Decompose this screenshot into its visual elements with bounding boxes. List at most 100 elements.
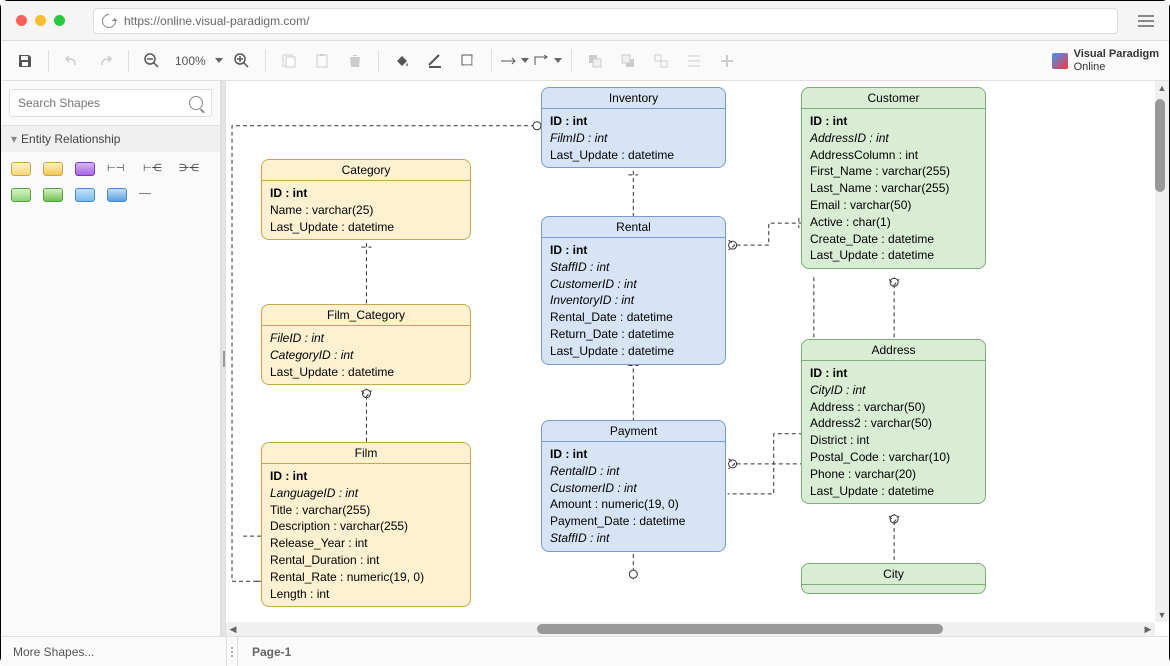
waypoints-button[interactable] bbox=[534, 47, 562, 75]
entity-shape-blue-alt[interactable] bbox=[107, 188, 127, 202]
entity-shape-yellow-alt[interactable] bbox=[43, 162, 63, 176]
canvas-wrapper: Inventory ID : int FilmID : int Last_Update… bbox=[226, 81, 1169, 636]
zoom-level[interactable]: 100% bbox=[171, 54, 210, 68]
entity-attribute: ID : int bbox=[270, 185, 462, 202]
entity-category[interactable]: CategoryID : intName : varchar(25)Last_U… bbox=[261, 159, 471, 240]
entity-attribute: Return_Date : datetime bbox=[550, 326, 717, 343]
entity-shape-blue[interactable] bbox=[75, 188, 95, 202]
to-back-button[interactable] bbox=[614, 47, 642, 75]
entity-customer[interactable]: CustomerID : intAddressID : intAddressCo… bbox=[801, 87, 986, 269]
entity-attribute: StaffID : int bbox=[550, 530, 717, 547]
minimize-window-icon[interactable] bbox=[35, 15, 46, 26]
search-shapes[interactable] bbox=[9, 89, 212, 117]
logo[interactable]: Visual Paradigm Online bbox=[1052, 48, 1159, 72]
copy-button[interactable] bbox=[275, 47, 303, 75]
entity-attribute: RentalID : int bbox=[550, 463, 717, 480]
refresh-icon[interactable] bbox=[99, 11, 119, 31]
entity-attribute: Amount : numeric(19, 0) bbox=[550, 496, 717, 513]
url-bar[interactable]: https://online.visual-paradigm.com/ bbox=[93, 8, 1118, 34]
connection-style-button[interactable] bbox=[501, 47, 529, 75]
entity-attribute: LanguageID : int bbox=[270, 485, 462, 502]
vertical-scrollbar[interactable]: ▲ ▼ bbox=[1155, 81, 1169, 622]
relation-manymany-icon[interactable]: ⋺⋲ bbox=[179, 162, 203, 174]
diagram-canvas[interactable]: Inventory ID : int FilmID : int Last_Update… bbox=[226, 81, 1169, 636]
hscroll-thumb[interactable] bbox=[537, 624, 942, 634]
entity-title: Address bbox=[802, 340, 985, 361]
relation-many-icon[interactable]: ⊢⋲ bbox=[143, 162, 167, 174]
page-tab[interactable]: Page-1 bbox=[238, 637, 305, 666]
entity-attribute: Postal_Code : varchar(10) bbox=[810, 449, 977, 466]
entity-shape-yellow[interactable] bbox=[11, 162, 31, 176]
horizontal-scrollbar[interactable]: ◀ ▶ bbox=[226, 622, 1155, 636]
zoom-out-button[interactable] bbox=[138, 47, 166, 75]
entity-attribute: Last_Name : varchar(255) bbox=[810, 180, 977, 197]
scroll-right-icon[interactable]: ▶ bbox=[1141, 622, 1155, 636]
entity-body bbox=[802, 585, 985, 593]
sidebar: ▾ Entity Relationship ⊢⊣ ⊢⋲ ⋺⋲ ┄┄ bbox=[1, 81, 221, 636]
entity-city[interactable]: City bbox=[801, 563, 986, 594]
entity-shape-green-alt[interactable] bbox=[43, 188, 63, 202]
entity-address[interactable]: AddressID : intCityID : intAddress : var… bbox=[801, 339, 986, 504]
palette-body: ⊢⊣ ⊢⋲ ⋺⋲ ┄┄ bbox=[1, 152, 220, 212]
entity-attribute: Rental_Duration : int bbox=[270, 552, 462, 569]
entity-attribute: Address2 : varchar(50) bbox=[810, 415, 977, 432]
entity-attribute: Last_Update : datetime bbox=[810, 483, 977, 500]
entity-attribute: ID : int bbox=[810, 113, 977, 130]
entity-attribute: ID : int bbox=[550, 446, 717, 463]
entity-attribute: Last_Update : datetime bbox=[270, 219, 462, 236]
tab-drag-handle[interactable] bbox=[226, 637, 238, 666]
undo-button[interactable] bbox=[58, 47, 86, 75]
shadow-button[interactable] bbox=[454, 47, 482, 75]
save-button[interactable] bbox=[11, 47, 39, 75]
search-input[interactable] bbox=[18, 96, 189, 110]
align-button[interactable] bbox=[680, 47, 708, 75]
entity-attribute: Length : int bbox=[270, 586, 462, 603]
group-button[interactable] bbox=[647, 47, 675, 75]
line-color-button[interactable] bbox=[421, 47, 449, 75]
zoom-in-button[interactable] bbox=[228, 47, 256, 75]
vscroll-thumb[interactable] bbox=[1155, 99, 1165, 191]
relation-dashed-icon[interactable]: ┄┄ bbox=[139, 188, 163, 200]
entity-attribute: CategoryID : int bbox=[270, 347, 462, 364]
hamburger-menu-icon[interactable] bbox=[1138, 15, 1154, 27]
scroll-up-icon[interactable]: ▲ bbox=[1155, 81, 1169, 95]
entity-attribute: FilmID : int bbox=[550, 130, 717, 147]
entity-attribute: StaffID : int bbox=[550, 259, 717, 276]
more-shapes-button[interactable]: More Shapes... bbox=[1, 645, 226, 659]
window-chrome: https://online.visual-paradigm.com/ bbox=[1, 1, 1169, 41]
entity-attribute: FileID : int bbox=[270, 330, 462, 347]
entity-attribute: Description : varchar(255) bbox=[270, 518, 462, 535]
logo-text-1: Visual Paradigm bbox=[1074, 48, 1159, 60]
add-button[interactable] bbox=[713, 47, 741, 75]
search-icon[interactable] bbox=[189, 96, 203, 110]
entity-attribute: Title : varchar(255) bbox=[270, 502, 462, 519]
entity-film_category[interactable]: Film_Category FileID : intCategoryID : in… bbox=[261, 304, 471, 385]
entity-attribute: Phone : varchar(20) bbox=[810, 466, 977, 483]
entity-rental[interactable]: RentalID : intStaffID : intCustomerID : … bbox=[541, 216, 726, 365]
paste-button[interactable] bbox=[308, 47, 336, 75]
entity-film[interactable]: FilmID : intLanguageID : intTitle : varc… bbox=[261, 442, 471, 607]
to-front-button[interactable] bbox=[581, 47, 609, 75]
entity-inventory[interactable]: InventoryID : intFilmID : intLast_Update… bbox=[541, 87, 726, 168]
scroll-down-icon[interactable]: ▼ bbox=[1155, 608, 1169, 622]
scroll-left-icon[interactable]: ◀ bbox=[226, 622, 240, 636]
close-window-icon[interactable] bbox=[16, 15, 27, 26]
entity-title: Film_Category bbox=[262, 305, 470, 326]
entity-title: Inventory bbox=[542, 88, 725, 109]
maximize-window-icon[interactable] bbox=[54, 15, 65, 26]
entity-attribute: Release_Year : int bbox=[270, 535, 462, 552]
delete-button[interactable] bbox=[341, 47, 369, 75]
entity-shape-purple[interactable] bbox=[75, 162, 95, 176]
entity-attribute: Rental_Rate : numeric(19, 0) bbox=[270, 569, 462, 586]
relation-one-icon[interactable]: ⊢⊣ bbox=[107, 162, 131, 174]
entity-payment[interactable]: PaymentID : intRentalID : intCustomerID … bbox=[541, 420, 726, 552]
fill-color-button[interactable] bbox=[388, 47, 416, 75]
logo-text-2: Online bbox=[1074, 61, 1159, 73]
zoom-dropdown-icon[interactable] bbox=[215, 58, 223, 63]
entity-attribute: Rental_Date : datetime bbox=[550, 309, 717, 326]
entity-shape-green[interactable] bbox=[11, 188, 31, 202]
palette-header[interactable]: ▾ Entity Relationship bbox=[1, 126, 220, 152]
redo-button[interactable] bbox=[91, 47, 119, 75]
entity-attribute: Last_Update : datetime bbox=[270, 364, 462, 381]
palette-title: Entity Relationship bbox=[21, 132, 120, 146]
